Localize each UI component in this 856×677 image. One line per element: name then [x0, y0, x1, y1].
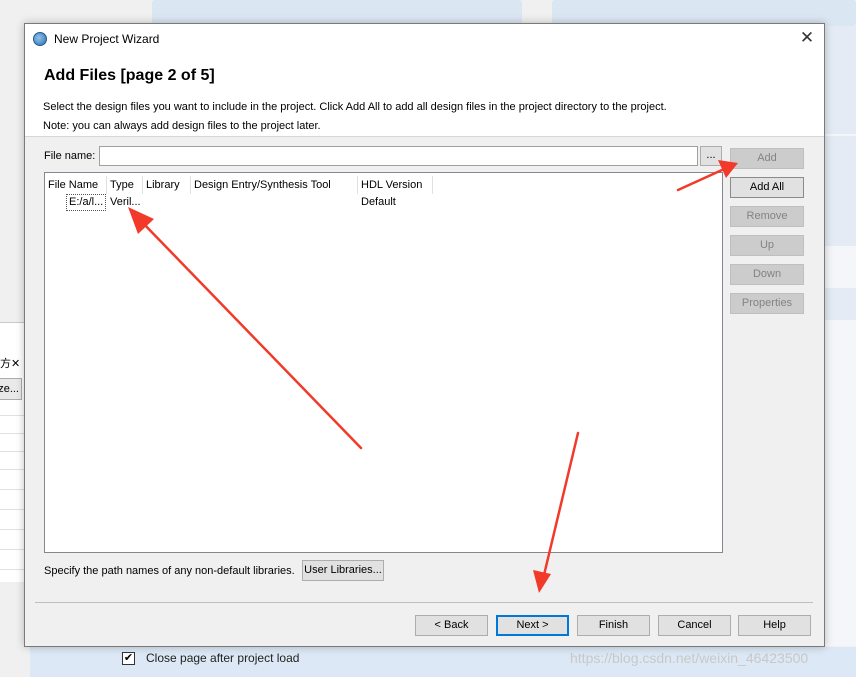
- watermark: https://blog.csdn.net/weixin_46423500: [570, 650, 809, 666]
- cancel-button[interactable]: Cancel: [658, 615, 731, 636]
- app-globe-icon: [33, 32, 47, 46]
- background-bottom-bar: ✔ Close page after project load https://…: [30, 647, 856, 677]
- restore-window-icon[interactable]: 方✕: [0, 355, 20, 371]
- help-button[interactable]: Help: [738, 615, 811, 636]
- close-page-checkbox-label: Close page after project load: [146, 651, 300, 665]
- library-hint-text: Specify the path names of any non-defaul…: [44, 565, 295, 577]
- wizard-header: Add Files [page 2 of 5] Select the desig…: [25, 54, 824, 137]
- table-row-type[interactable]: Veril...: [110, 194, 143, 211]
- user-libraries-button[interactable]: User Libraries...: [302, 560, 384, 581]
- browse-button[interactable]: ...: [700, 146, 722, 166]
- new-project-wizard-dialog: New Project Wizard ✕ Add Files [page 2 o…: [24, 23, 825, 647]
- file-name-label: File name:: [44, 150, 96, 162]
- background-right-strip: [825, 26, 856, 646]
- close-page-checkbox[interactable]: ✔: [122, 652, 135, 665]
- background-partial-button[interactable]: ze...: [0, 378, 22, 400]
- column-header-hdl-version[interactable]: HDL Version: [358, 176, 433, 194]
- add-all-button[interactable]: Add All: [730, 177, 804, 198]
- dialog-titlebar[interactable]: New Project Wizard ✕: [25, 24, 824, 54]
- description-line-1: Select the design files you want to incl…: [43, 101, 667, 113]
- column-header-file-name[interactable]: File Name: [45, 176, 107, 194]
- table-row-file-name[interactable]: E:/a/l...: [66, 194, 106, 211]
- add-button[interactable]: Add: [730, 148, 804, 169]
- dialog-title: New Project Wizard: [54, 32, 160, 46]
- table-row-tool[interactable]: [194, 194, 357, 211]
- footer-divider: [35, 602, 813, 603]
- finish-button[interactable]: Finish: [577, 615, 650, 636]
- down-button[interactable]: Down: [730, 264, 804, 285]
- table-row-library[interactable]: [146, 194, 190, 211]
- page-title: Add Files [page 2 of 5]: [44, 67, 215, 84]
- description-line-2: Note: you can always add design files to…: [43, 120, 321, 132]
- table-row-hdl-version[interactable]: Default: [361, 194, 433, 211]
- up-button[interactable]: Up: [730, 235, 804, 256]
- file-name-input[interactable]: [99, 146, 698, 166]
- column-header-tool[interactable]: Design Entry/Synthesis Tool: [191, 176, 358, 194]
- background-left-panel: 方✕ ze...: [0, 322, 24, 582]
- file-table[interactable]: File Name Type Library Design Entry/Synt…: [44, 172, 723, 553]
- next-button[interactable]: Next >: [496, 615, 569, 636]
- column-header-library[interactable]: Library: [143, 176, 191, 194]
- close-icon[interactable]: ✕: [798, 29, 816, 47]
- column-header-type[interactable]: Type: [107, 176, 143, 194]
- back-button[interactable]: < Back: [415, 615, 488, 636]
- remove-button[interactable]: Remove: [730, 206, 804, 227]
- properties-button[interactable]: Properties: [730, 293, 804, 314]
